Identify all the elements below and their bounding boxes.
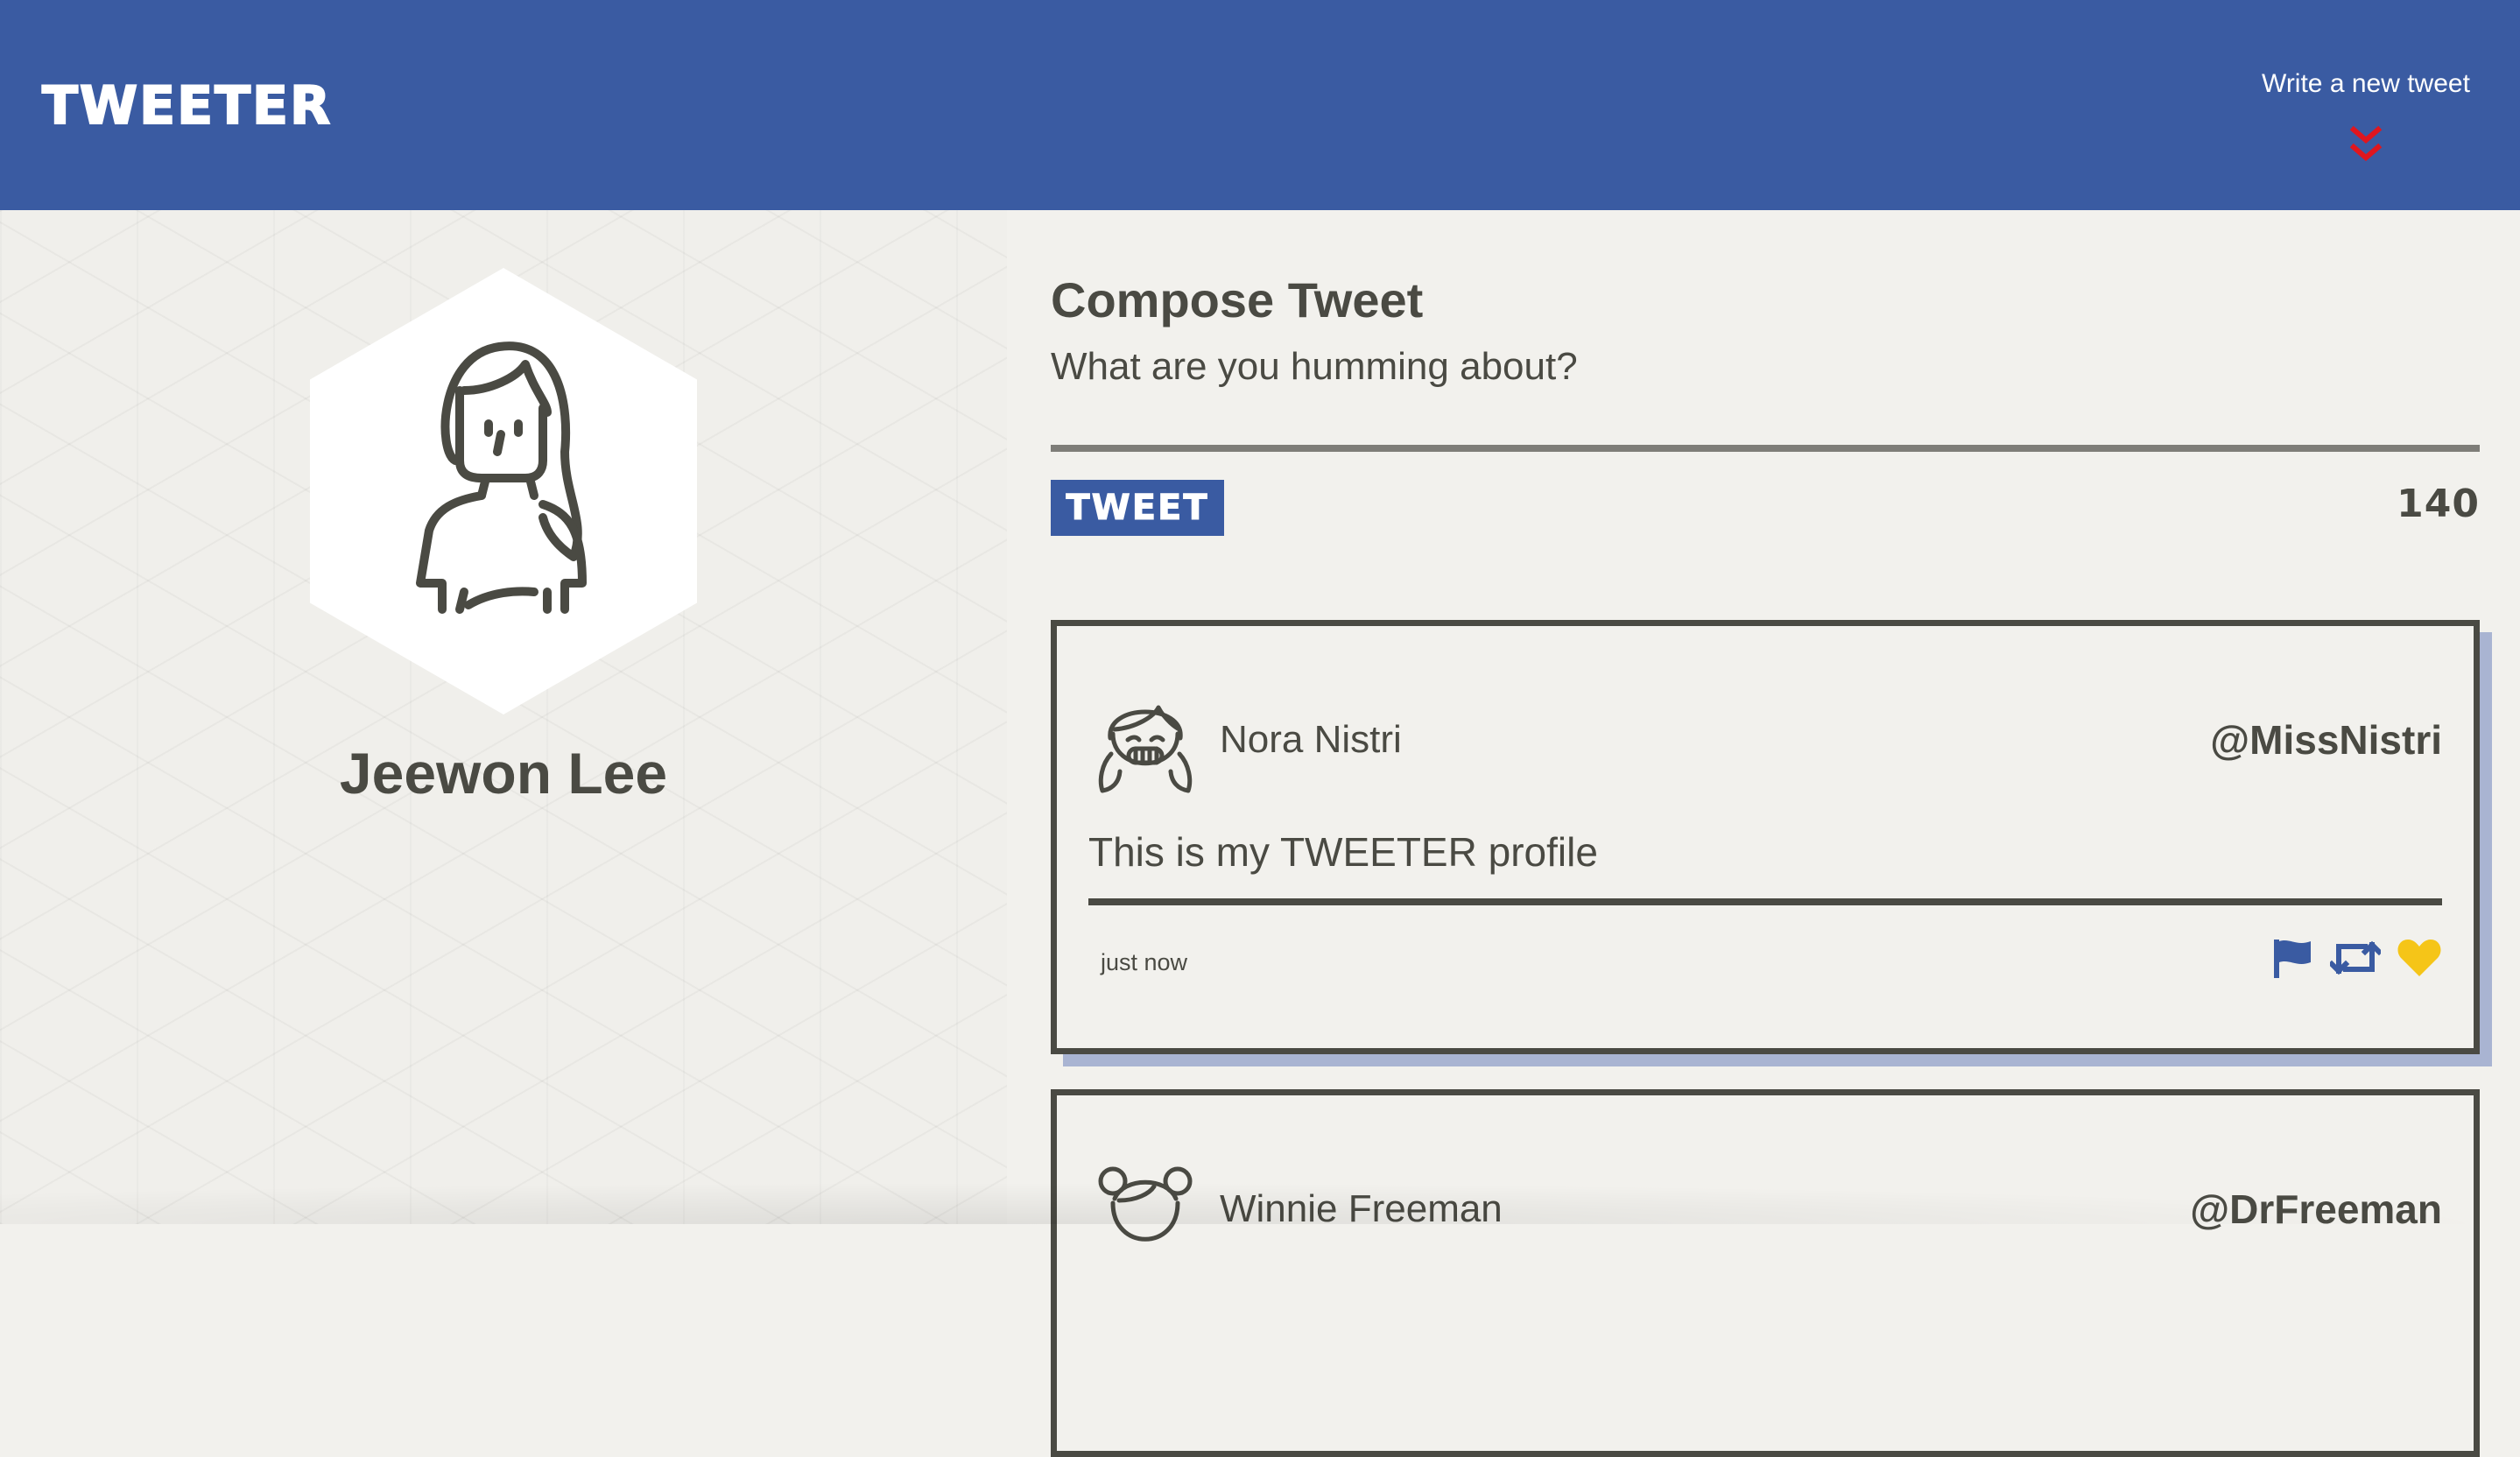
tweet-timestamp: just now — [1101, 949, 1188, 975]
compose-title: Compose Tweet — [1051, 272, 1424, 327]
girl-avatar-icon — [416, 341, 587, 614]
profile-sidebar: Jeewon Lee — [0, 210, 1007, 1224]
tweet-submit-button[interactable]: TWEET — [1051, 480, 1224, 536]
compose-subtitle: What are you humming about? — [1051, 345, 1578, 388]
girl-buns-avatar-icon — [1098, 1166, 1193, 1242]
tweet-actions — [2270, 936, 2442, 980]
char-counter: 140 — [2397, 482, 2480, 526]
tweet-card: Nora Nistri @MissNistri This is my TWEET… — [1051, 620, 2480, 1054]
tweet-author-handle: @MissNistri — [2210, 717, 2442, 763]
tweet-divider — [1088, 898, 2442, 905]
tweet-textarea[interactable] — [1051, 403, 2480, 452]
tweet-author-name: Nora Nistri — [1220, 718, 1402, 761]
brand-logo[interactable]: TWEETER — [41, 74, 332, 137]
tweet-author-handle: @DrFreeman — [2190, 1186, 2442, 1232]
tweet-text: This is my TWEETER profile — [1088, 829, 1598, 875]
smiling-girl-avatar-icon — [1098, 705, 1193, 793]
tweet-card: Winnie Freeman @DrFreeman — [1051, 1089, 2480, 1457]
profile-name: Jeewon Lee — [339, 741, 668, 806]
flag-icon[interactable] — [2270, 936, 2314, 980]
write-new-tweet-label[interactable]: Write a new tweet — [2252, 67, 2480, 102]
retweet-icon[interactable] — [2330, 938, 2381, 978]
double-chevron-down-icon[interactable] — [2348, 124, 2383, 166]
heart-icon[interactable] — [2397, 938, 2442, 978]
top-nav: TWEETER Write a new tweet — [0, 0, 2520, 210]
profile-avatar — [310, 268, 697, 714]
tweet-author-name: Winnie Freeman — [1220, 1187, 1503, 1230]
write-new-tweet-toggle[interactable]: Write a new tweet — [2252, 67, 2480, 166]
